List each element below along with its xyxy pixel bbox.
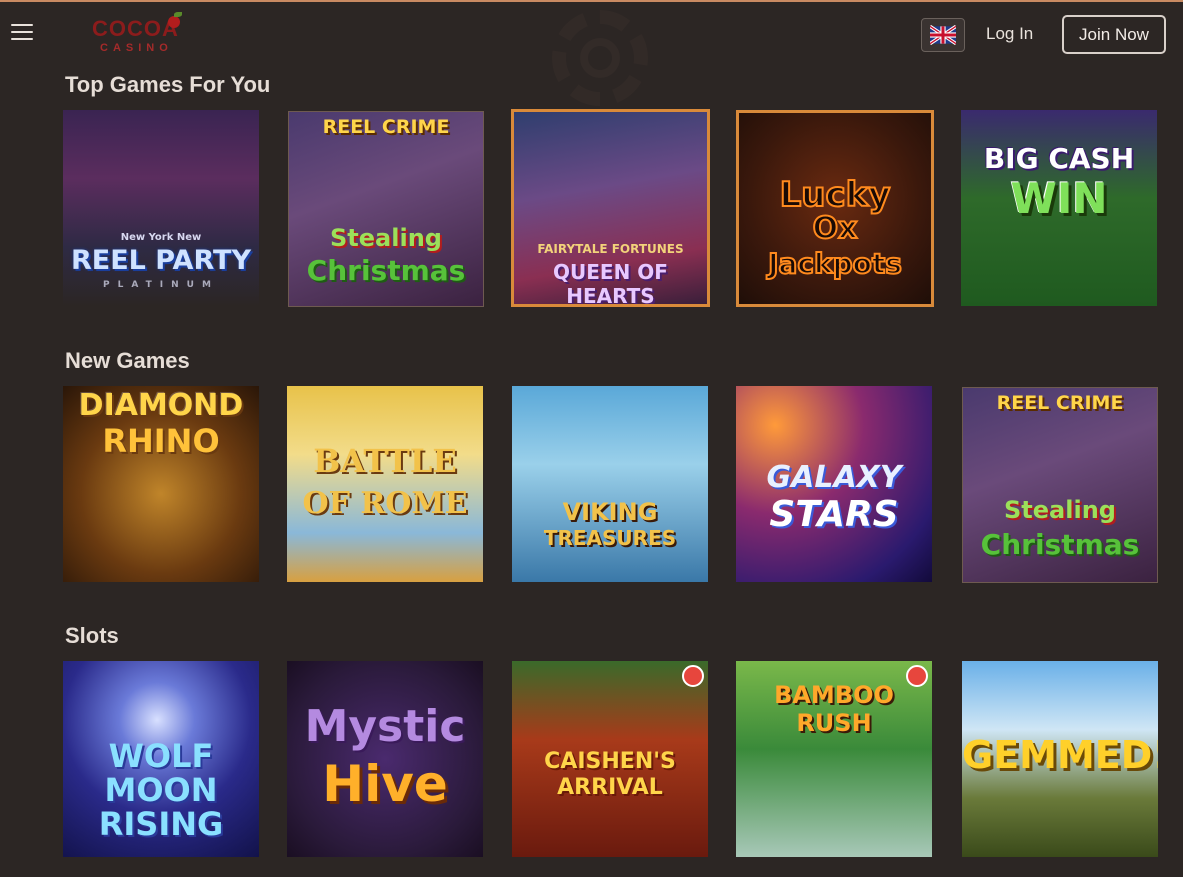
game-tile-line2: Hive [322,755,448,813]
game-tile-mystic-hive[interactable]: Mystic Hive [287,661,483,857]
game-tile-line1: FAIRYTALE FORTUNES [537,242,684,256]
game-tile-line2: WIN [1010,174,1108,223]
game-tile-line1: GEMMED! [962,733,1158,777]
game-tile-reel-party-platinum[interactable]: New York New REEL PARTY PLATINUM [63,110,259,306]
game-tile-line3: RISING [98,805,224,843]
cocoa-casino-logo[interactable]: COCOA CASINO [88,12,198,60]
game-tile-diamond-rhino[interactable]: DIAMOND RHINO [63,386,259,582]
game-tile-line2: STARS [769,494,899,535]
game-tile-line1: VIKING [562,498,658,526]
game-tile-wolf-moon-rising[interactable]: WOLF MOON RISING [63,661,259,857]
hamburger-menu-button[interactable] [11,24,33,42]
game-tile-line2: QUEEN OF HEARTS [553,260,668,307]
game-tile-line1: DIAMOND [78,388,244,423]
game-tile-line2: Stealing [330,224,442,252]
game-tile-line2: Stealing [1004,496,1116,524]
game-tile-line1: Mystic [304,701,466,752]
hamburger-icon-line [11,38,33,40]
game-tile-line2: MOON [104,771,218,809]
section-title-slots: Slots [65,623,119,648]
game-tile-reel-crime-stealing-christmas-2[interactable]: REEL CRIME Stealing Christmas [962,387,1158,583]
join-now-button[interactable]: Join Now [1062,15,1166,54]
language-selector-button[interactable] [921,18,965,52]
section-title-top-games: Top Games For You [65,72,271,97]
game-tile-line2: TREASURES [543,526,677,550]
hamburger-icon-line [11,24,33,26]
cherry-icon [168,16,180,28]
game-tile-line2: RHINO [102,422,220,460]
site-header: COCOA CASINO Log In Join Now [0,2,1183,106]
game-tile-line1: Lucky [779,174,892,216]
game-tile-line3: Christmas [306,254,466,287]
game-tile-lucky-ox-jackpots[interactable]: Lucky Ox Jackpots [736,110,934,307]
game-tile-caishens-arrival[interactable]: CAISHEN'S ARRIVAL [512,661,708,857]
hamburger-icon-line [11,31,33,33]
game-tile-line1: New York New [120,232,202,243]
new-badge-icon [682,665,704,687]
game-tile-line1: BIG CASH [983,142,1135,175]
game-tile-line1: BATTLE [313,442,457,480]
game-tile-line2: ARRIVAL [557,775,663,800]
game-tile-reel-crime-stealing-christmas[interactable]: REEL CRIME Stealing Christmas [288,111,484,307]
game-tile-line1: REEL CRIME [996,392,1124,414]
game-tile-bamboo-rush[interactable]: BAMBOO RUSH [736,661,932,857]
game-tile-line1: CAISHEN'S [544,749,676,774]
game-tile-gemmed[interactable]: GEMMED! [962,661,1158,857]
chip-watermark-center [580,38,620,78]
game-tile-line1: BAMBOO [774,681,894,709]
logo-sub-text: CASINO [100,42,173,54]
game-tile-line3: PLATINUM [103,280,219,290]
game-tile-viking-treasures[interactable]: VIKING TREASURES [512,386,708,582]
login-link[interactable]: Log In [986,24,1033,44]
leaf-icon [174,12,182,17]
game-tile-line2: OF ROME [302,486,468,521]
game-tile-big-cash-win[interactable]: BIG CASH WIN [961,110,1157,306]
game-tile-line2: RUSH [796,709,872,737]
game-tile-line1: GALAXY [766,460,902,495]
game-tile-line2: Ox [812,210,859,247]
game-tile-line1: WOLF [108,737,214,775]
game-tile-galaxy-stars[interactable]: GALAXY STARS [736,386,932,582]
logo-main-text: COCOA [92,16,179,41]
game-tile-battle-of-rome[interactable]: BATTLE OF ROME [287,386,483,582]
game-tile-line3: Jackpots [767,246,903,281]
uk-flag-icon [930,25,956,45]
section-title-new-games: New Games [65,348,190,373]
game-tile-line1: REEL CRIME [322,116,450,138]
game-tile-queen-of-hearts[interactable]: FAIRYTALE FORTUNES QUEEN OF HEARTS [511,109,710,307]
game-tile-line2: REEL PARTY [70,245,252,276]
game-tile-line3: Christmas [980,528,1140,561]
